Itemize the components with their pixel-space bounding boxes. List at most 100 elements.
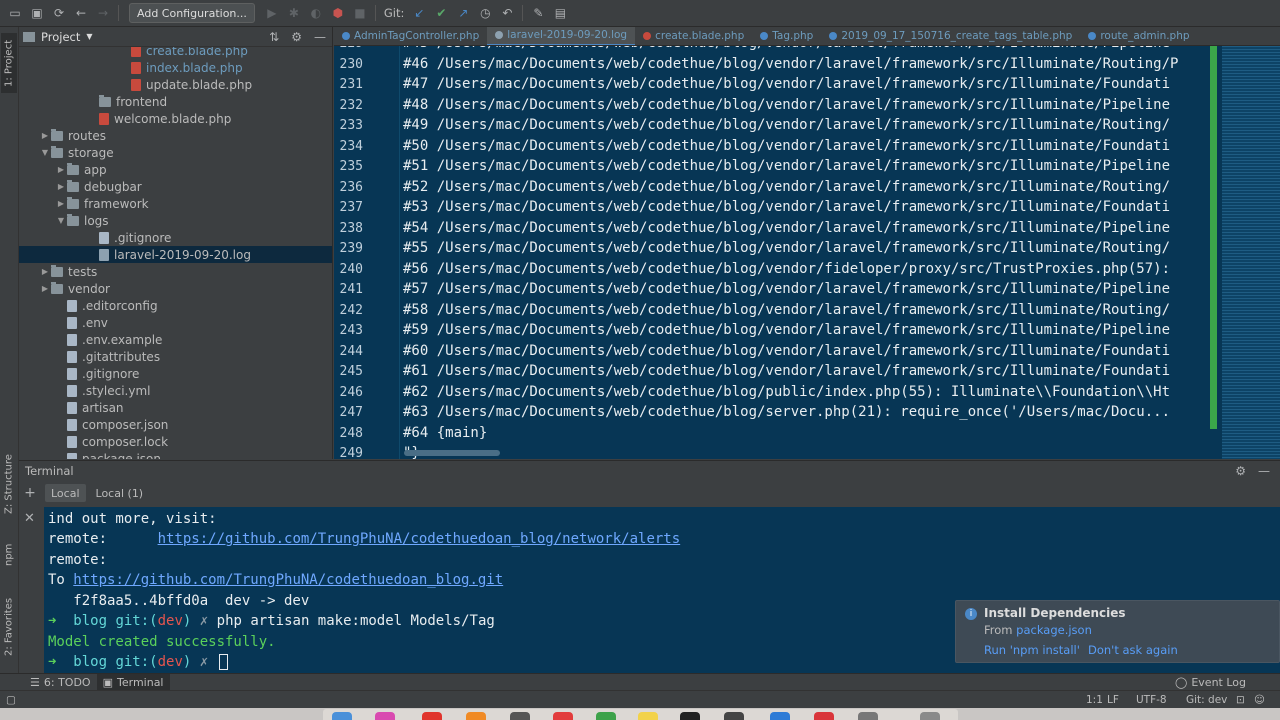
cursor-position[interactable]: 1:1 <box>1086 694 1103 706</box>
code-line[interactable]: #61 /Users/mac/Documents/web/codethue/bl… <box>403 363 1170 379</box>
tree-item[interactable]: .editorconfig <box>19 297 332 314</box>
hide-panel-icon[interactable]: — <box>314 30 326 44</box>
tree-item[interactable]: ▶ routes <box>19 127 332 144</box>
code-line[interactable]: #54 /Users/mac/Documents/web/codethue/bl… <box>403 220 1170 236</box>
todo-tool-tab[interactable]: ☰ 6: TODO <box>24 674 97 691</box>
coverage-icon[interactable]: ◐ <box>305 2 327 24</box>
code-line[interactable]: #59 /Users/mac/Documents/web/codethue/bl… <box>403 322 1170 338</box>
code-line[interactable]: #45 /Users/mac/Documents/web/codethue/bl… <box>403 46 1170 51</box>
tree-item[interactable]: create.blade.php <box>19 47 332 59</box>
collapse-arrow-icon[interactable]: ▶ <box>39 284 51 293</box>
tree-item[interactable]: .gitignore <box>19 229 332 246</box>
code-line[interactable]: #62 /Users/mac/Documents/web/codethue/bl… <box>403 384 1170 400</box>
tree-item[interactable]: package.json <box>19 450 332 459</box>
code-line[interactable]: #56 /Users/mac/Documents/web/codethue/bl… <box>403 261 1170 277</box>
dock-app-icon[interactable] <box>814 712 834 720</box>
editor-tab[interactable]: AdminTagController.php <box>334 27 487 45</box>
tree-item[interactable]: update.blade.php <box>19 76 332 93</box>
stop-icon[interactable]: ■ <box>349 2 371 24</box>
tree-item[interactable]: ▶ tests <box>19 263 332 280</box>
git-update-icon[interactable]: ↙ <box>408 2 430 24</box>
package-json-link[interactable]: package.json <box>1016 623 1092 637</box>
collapse-arrow-icon[interactable]: ▶ <box>55 182 67 191</box>
close-icon[interactable]: ✕ <box>24 511 35 526</box>
tree-item[interactable]: ▼ logs <box>19 212 332 229</box>
expand-arrow-icon[interactable]: ▼ <box>55 216 67 225</box>
settings-wrench-icon[interactable]: ✎ <box>527 2 549 24</box>
tree-item[interactable]: .env <box>19 314 332 331</box>
tree-item[interactable]: welcome.blade.php <box>19 110 332 127</box>
collapse-arrow-icon[interactable]: ▶ <box>55 199 67 208</box>
tree-item[interactable]: artisan <box>19 399 332 416</box>
repo-link[interactable]: https://github.com/TrungPhuNA/codethuedo… <box>73 572 503 588</box>
gear-icon[interactable]: ⚙ <box>1235 464 1246 478</box>
dock-app-icon[interactable] <box>422 712 442 720</box>
code-line[interactable]: #53 /Users/mac/Documents/web/codethue/bl… <box>403 199 1170 215</box>
line-separator[interactable]: LF <box>1107 694 1119 706</box>
editor-tab[interactable]: laravel-2019-09-20.log <box>487 27 636 45</box>
alerts-link[interactable]: https://github.com/TrungPhuNA/codethuedo… <box>158 531 681 547</box>
terminal-tool-tab[interactable]: ▣ Terminal <box>96 673 170 691</box>
project-structure-icon[interactable]: ▤ <box>549 2 571 24</box>
git-branch[interactable]: Git: dev <box>1186 694 1227 706</box>
tree-item[interactable]: .styleci.yml <box>19 382 332 399</box>
profile-icon[interactable]: ⬢ <box>327 2 349 24</box>
file-encoding[interactable]: UTF-8 <box>1136 694 1167 706</box>
tree-item[interactable]: composer.lock <box>19 433 332 450</box>
code-content[interactable]: #45 /Users/mac/Documents/web/codethue/bl… <box>403 46 1211 459</box>
code-line[interactable]: #57 /Users/mac/Documents/web/codethue/bl… <box>403 281 1170 297</box>
sync-icon[interactable]: ⟳ <box>48 2 70 24</box>
editor-tab[interactable]: create.blade.php <box>635 27 752 45</box>
dock-app-icon[interactable] <box>680 712 700 720</box>
debug-icon[interactable]: ✱ <box>283 2 305 24</box>
event-log-tool-tab[interactable]: ◯ Event Log <box>1169 674 1252 691</box>
code-line[interactable]: #49 /Users/mac/Documents/web/codethue/bl… <box>403 117 1170 133</box>
hide-panel-icon[interactable]: — <box>1258 464 1270 478</box>
code-line[interactable]: #47 /Users/mac/Documents/web/codethue/bl… <box>403 76 1170 92</box>
collapse-arrow-icon[interactable]: ▶ <box>39 131 51 140</box>
run-npm-install-link[interactable]: Run 'npm install' <box>984 643 1080 657</box>
tree-item[interactable]: laravel-2019-09-20.log <box>19 246 332 263</box>
run-icon[interactable]: ▶ <box>261 2 283 24</box>
npm-tool-tab[interactable]: npm <box>1 535 17 575</box>
code-line[interactable]: #55 /Users/mac/Documents/web/codethue/bl… <box>403 240 1170 256</box>
code-line[interactable]: #51 /Users/mac/Documents/web/codethue/bl… <box>403 158 1170 174</box>
code-line[interactable]: #64 {main} <box>403 425 487 441</box>
project-panel-title[interactable]: Project <box>41 30 80 44</box>
dont-ask-again-link[interactable]: Don't ask again <box>1088 643 1178 657</box>
tree-item[interactable]: .gitignore <box>19 365 332 382</box>
collapse-all-icon[interactable]: ⇅ <box>269 30 279 44</box>
code-line[interactable]: #60 /Users/mac/Documents/web/codethue/bl… <box>403 343 1170 359</box>
dock-app-icon[interactable] <box>375 712 395 720</box>
dock-app-icon[interactable] <box>553 712 573 720</box>
error-stripe-minimap[interactable] <box>1222 46 1280 459</box>
open-folder-icon[interactable]: ▭ <box>4 2 26 24</box>
dock-app-icon[interactable] <box>724 712 744 720</box>
git-push-icon[interactable]: ↗ <box>452 2 474 24</box>
editor-tab[interactable]: Tag.php <box>752 27 821 45</box>
code-line[interactable]: #63 /Users/mac/Documents/web/codethue/bl… <box>403 404 1170 420</box>
tree-item[interactable]: .gitattributes <box>19 348 332 365</box>
dock-app-icon[interactable] <box>858 712 878 720</box>
inspector-icon[interactable]: ☺ <box>1254 694 1265 706</box>
collapse-arrow-icon[interactable]: ▶ <box>55 165 67 174</box>
tree-item[interactable]: index.blade.php <box>19 59 332 76</box>
tree-item[interactable]: frontend <box>19 93 332 110</box>
editor-tab[interactable]: 2019_09_17_150716_create_tags_table.php <box>821 27 1080 45</box>
toggle-tool-windows-icon[interactable]: ▢ <box>6 694 16 706</box>
back-icon[interactable]: ← <box>70 2 92 24</box>
editor-tab[interactable]: route_admin.php <box>1080 27 1197 45</box>
tree-item[interactable]: composer.json <box>19 416 332 433</box>
dock-app-icon[interactable] <box>466 712 486 720</box>
tree-item[interactable]: ▶ vendor <box>19 280 332 297</box>
new-terminal-icon[interactable]: + <box>19 485 41 501</box>
collapse-arrow-icon[interactable]: ▶ <box>39 267 51 276</box>
code-line[interactable]: #58 /Users/mac/Documents/web/codethue/bl… <box>403 302 1170 318</box>
add-configuration-button[interactable]: Add Configuration... <box>129 3 255 23</box>
terminal-tab-local-1[interactable]: Local (1) <box>90 484 150 502</box>
dock-app-icon[interactable] <box>638 712 658 720</box>
save-icon[interactable]: ▣ <box>26 2 48 24</box>
dropdown-arrow-icon[interactable]: ▼ <box>86 32 92 41</box>
gear-icon[interactable]: ⚙ <box>291 30 302 44</box>
git-rollback-icon[interactable]: ↶ <box>496 2 518 24</box>
